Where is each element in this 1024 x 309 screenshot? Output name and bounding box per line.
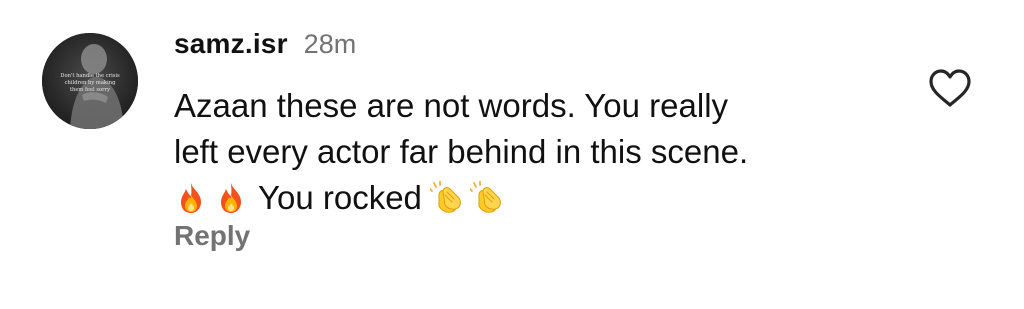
fire-emoji <box>174 181 208 215</box>
avatar-image: Don't handle the crisis children by maki… <box>42 33 138 129</box>
avatar[interactable]: Don't handle the crisis children by maki… <box>42 33 138 129</box>
comment-text-line-1: Azaan these are not words. You really <box>174 87 729 124</box>
comment-text-line-3-text: You rocked <box>258 179 422 216</box>
comment-text: Azaan these are not words. You really le… <box>174 83 894 221</box>
comment-text-line-3: You rocked <box>174 175 894 221</box>
avatar-caption-line-1: Don't handle the crisis <box>60 73 120 79</box>
timestamp[interactable]: 28m <box>304 29 357 60</box>
heart-outline-icon <box>929 69 971 107</box>
comment-text-line-2: left every actor far behind in this scen… <box>174 133 749 170</box>
like-button[interactable] <box>928 68 972 108</box>
username[interactable]: samz.isr <box>174 28 288 60</box>
clapping-hands-emoji <box>469 181 504 215</box>
fire-emoji <box>214 181 248 215</box>
avatar-caption-line-3: them feel sorry <box>70 87 110 93</box>
comment: Don't handle the crisis children by maki… <box>0 0 1024 309</box>
clapping-hands-emoji <box>429 181 464 215</box>
reply-button[interactable]: Reply <box>174 220 250 252</box>
avatar-caption-line-2: children by making <box>65 80 116 86</box>
comment-header: samz.isr 28m <box>174 28 356 68</box>
